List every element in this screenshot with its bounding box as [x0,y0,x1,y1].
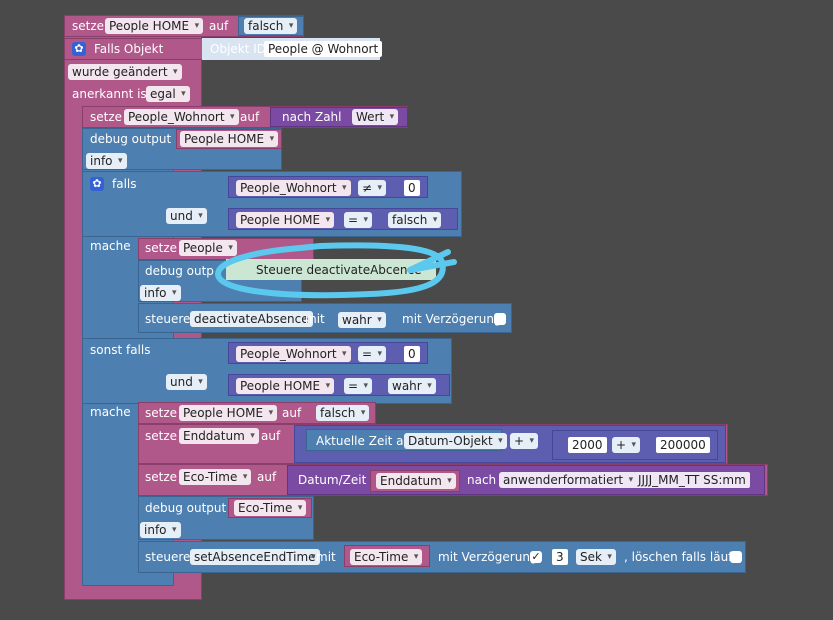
else-if-label: sonst falls [90,343,151,357]
event-dropdown[interactable]: wurde geändert [68,64,182,80]
set-var-dropdown[interactable]: People_Wohnort [124,109,239,125]
if-label: falls [112,177,137,191]
do-label: mache [90,405,131,419]
set-keyword: setze [145,406,178,420]
clear-label: , löschen falls läuft [624,550,737,564]
debug-var-dropdown[interactable]: People HOME [180,131,279,147]
compare-op[interactable]: ≠ [358,180,387,196]
auf-label: auf [240,110,260,124]
ack-label: anerkannt ist [72,87,152,101]
and-dropdown[interactable]: und [166,374,207,390]
compare-right[interactable]: wahr [388,378,436,394]
delay-label: mit Verzögerung [438,550,538,564]
text-value[interactable]: Steuere deactivateAbcence [256,262,422,278]
compare-left[interactable]: People_Wohnort [236,180,351,196]
op-dropdown[interactable]: + [612,437,641,453]
compare-op[interactable]: = [344,378,373,394]
op-dropdown[interactable]: + [510,433,539,449]
with-label: mit [316,550,336,564]
format-dropdown[interactable]: anwenderformatiert [499,472,638,488]
format-source-dropdown[interactable]: Enddatum [376,473,456,489]
compare-right[interactable]: falsch [388,212,442,228]
delay-number[interactable]: 3 [552,549,568,565]
trigger-label: Falls Objekt [94,42,164,56]
auf-label: auf [261,429,281,443]
debug-label: debug output [90,132,172,146]
delay-checkbox[interactable]: ✓ [530,551,542,563]
set-var-dropdown[interactable]: People [179,240,237,256]
control-target[interactable]: setAbsenceEndTime [190,549,320,565]
delay-checkbox[interactable] [494,313,506,325]
debug-label: debug outp [145,264,214,278]
clear-checkbox[interactable] [730,551,742,563]
control-label: steuere [145,550,191,564]
compare-right[interactable]: 0 [404,346,420,362]
control-value[interactable]: wahr [338,312,386,328]
control-target[interactable]: deactivateAbsence [190,311,313,327]
time-format-dropdown[interactable]: Datum-Objekt [404,433,507,449]
control-value-dropdown[interactable]: Eco-Time [350,549,423,565]
value-dropdown[interactable]: falsch [244,18,298,34]
set-var-dropdown[interactable]: Eco-Time [179,469,252,485]
with-label: mit [305,312,325,326]
auf-label: auf [282,406,302,420]
set-keyword: setze [145,241,178,255]
set-var-dropdown[interactable]: Enddatum [179,428,259,444]
set-var-dropdown[interactable]: People HOME [179,405,278,421]
number-field[interactable]: 2000 [568,437,607,453]
debug-label: debug output [145,501,227,515]
compare-op[interactable]: = [344,212,373,228]
auf-label: auf [257,470,277,484]
object-id-label: Objekt ID [210,42,267,56]
control-label: steuere [145,312,191,326]
to-number-dropdown[interactable]: Wert [352,109,399,125]
to-number-label: nach Zahl [282,110,342,124]
set-keyword: setze [72,19,105,33]
level-dropdown[interactable]: info [140,285,181,301]
compare-left[interactable]: People_Wohnort [236,346,351,362]
gear-icon[interactable]: ✿ [90,177,104,191]
pattern-field[interactable]: JJJJ_MM_TT SS:mm [634,472,750,488]
set-keyword: setze [90,110,123,124]
value-dropdown[interactable]: falsch [316,405,370,421]
gear-icon[interactable]: ✿ [72,42,86,56]
debug-var-dropdown[interactable]: Eco-Time [234,500,307,516]
time-label: Aktuelle Zeit als [316,434,414,448]
set-keyword: setze [145,429,178,443]
object-id-field[interactable]: People @ Wohnort [264,41,383,57]
do-label: mache [90,239,131,253]
compare-right[interactable]: 0 [404,180,420,196]
set-var-dropdown[interactable]: People HOME [105,18,204,34]
ack-dropdown[interactable]: egal [146,86,190,102]
and-dropdown[interactable]: und [166,208,207,224]
set-keyword: setze [145,470,178,484]
after-label: nach [467,473,497,487]
compare-left[interactable]: People HOME [236,378,335,394]
compare-left[interactable]: People HOME [236,212,335,228]
format-label: Datum/Zeit [298,473,367,487]
compare-op[interactable]: = [358,346,387,362]
unit-dropdown[interactable]: Sek [576,549,616,565]
level-dropdown[interactable]: info [140,522,181,538]
level-dropdown[interactable]: info [86,153,127,169]
number-field[interactable]: 200000 [656,437,710,453]
auf-label: auf [209,19,229,33]
delay-label: mit Verzögerung [402,312,502,326]
